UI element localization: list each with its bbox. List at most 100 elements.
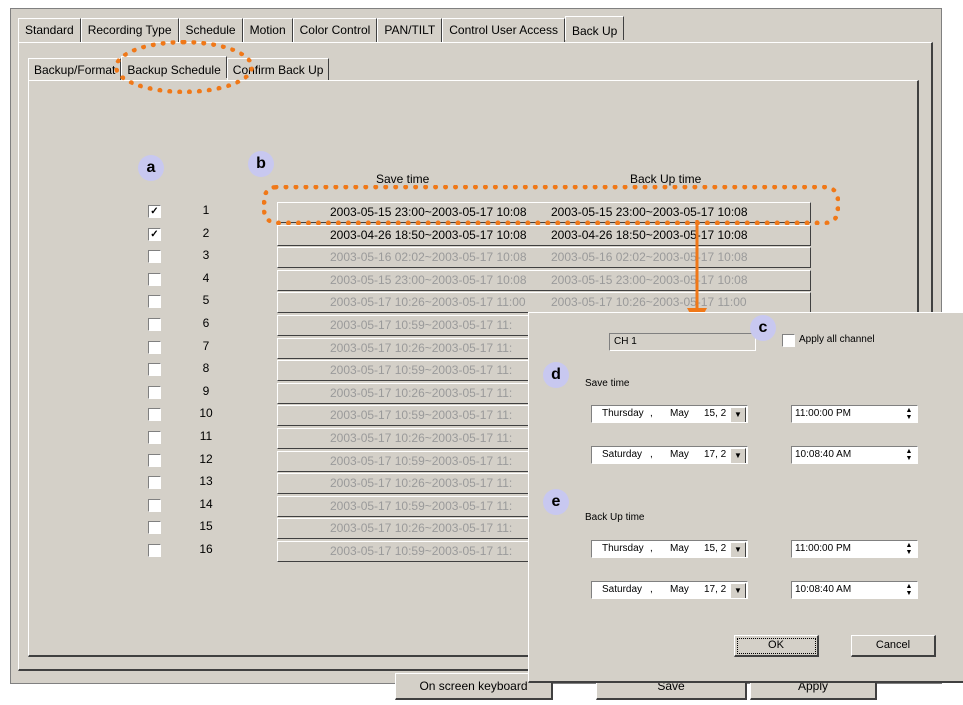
schedule-row-button[interactable]: 2003-04-26 18:50~2003-05-17 10:08 2003-04…: [277, 225, 811, 246]
channel-number: 3: [202, 248, 210, 262]
channel-number: 2: [202, 226, 210, 240]
save-time-cell: 2003-05-17 10:26~2003-05-17 11:: [330, 386, 513, 400]
save-time-cell: 2003-05-17 10:26~2003-05-17 11:00: [330, 295, 526, 309]
chevron-down-icon[interactable]: ▼: [730, 542, 746, 557]
backup-time-label: Back Up time: [585, 512, 645, 523]
badge-e: e: [543, 489, 569, 515]
schedule-row-button[interactable]: 2003-05-15 23:00~2003-05-17 10:08 2003-05…: [277, 270, 811, 291]
save-start-month: May: [670, 408, 689, 419]
backup-start-separator: ,: [650, 543, 653, 554]
badge-c: c: [750, 315, 776, 341]
apply-all-label: Apply all channel: [799, 334, 875, 345]
channel-checkbox[interactable]: [148, 295, 161, 308]
save-time-cell: 2003-05-16 02:02~2003-05-17 10:08: [330, 250, 527, 264]
save-end-month: May: [670, 449, 689, 460]
channel-checkbox[interactable]: ✓: [148, 205, 161, 218]
badge-a: a: [138, 155, 164, 181]
cancel-button[interactable]: Cancel: [851, 635, 936, 657]
ok-button[interactable]: OK: [734, 635, 819, 657]
channel-number: 4: [202, 271, 210, 285]
channel-number: 16: [199, 542, 213, 556]
spinner-icon[interactable]: ▲ ▼: [902, 583, 916, 597]
channel-checkbox[interactable]: [148, 341, 161, 354]
channel-checkbox[interactable]: [148, 408, 161, 421]
channel-number: 13: [199, 474, 213, 488]
channel-checkbox[interactable]: [148, 544, 161, 557]
apply-all-checkbox[interactable]: [782, 334, 795, 347]
backup-start-month: May: [670, 543, 689, 554]
channel-checkbox[interactable]: [148, 386, 161, 399]
channel-checkbox[interactable]: [148, 318, 161, 331]
channel-number: 5: [202, 293, 210, 307]
backup-end-time-text: 10:08:40 AM: [795, 584, 852, 595]
channel-checkbox[interactable]: [148, 273, 161, 286]
channel-checkbox[interactable]: [148, 431, 161, 444]
channel-number: 11: [199, 429, 213, 443]
save-start-date[interactable]: Thursday , May 15, 2 ▼: [591, 405, 748, 423]
highlight-backup-schedule: [114, 40, 254, 94]
channel-field: CH 1: [609, 333, 756, 351]
tab-standard[interactable]: Standard: [18, 18, 81, 42]
channel-number: 1: [202, 203, 210, 217]
schedule-row-button[interactable]: 2003-05-17 10:26~2003-05-17 11:00 2003-05…: [277, 292, 811, 313]
backup-end-month: May: [670, 584, 689, 595]
save-start-day: 15, 2: [704, 408, 727, 419]
chevron-down-icon[interactable]: ▼: [730, 407, 746, 422]
save-start-weekday: Thursday: [602, 408, 644, 419]
tab-recording-type[interactable]: Recording Type: [80, 18, 179, 42]
tab-pan-tilt[interactable]: PAN/TILT: [377, 18, 443, 42]
save-time-cell: 2003-05-17 10:59~2003-05-17 11:: [330, 499, 513, 513]
backup-start-date[interactable]: Thursday , May 15, 2 ▼: [591, 540, 748, 558]
backup-end-separator: ,: [650, 584, 653, 595]
main-tab-bar: Standard Recording Type Schedule Motion …: [18, 16, 625, 42]
spinner-icon[interactable]: ▲ ▼: [902, 448, 916, 462]
ok-label: OK: [768, 639, 784, 651]
backup-end-time[interactable]: 10:08:40 AM ▲ ▼: [791, 581, 918, 599]
channel-text: CH 1: [614, 336, 637, 347]
channel-checkbox[interactable]: [148, 476, 161, 489]
tab-back-up[interactable]: Back Up: [564, 16, 625, 40]
backup-time-cell: 2003-04-26 18:50~2003-05-17 10:08: [551, 228, 748, 242]
backup-end-day: 17, 2: [704, 584, 727, 595]
spinner-icon[interactable]: ▲ ▼: [902, 542, 916, 556]
backup-time-cell: 2003-05-16 02:02~2003-05-17 10:08: [551, 250, 748, 264]
channel-checkbox[interactable]: ✓: [148, 228, 161, 241]
save-start-separator: ,: [650, 408, 653, 419]
save-time-cell: 2003-05-17 10:59~2003-05-17 11:: [330, 408, 513, 422]
backup-end-date[interactable]: Saturday , May 17, 2 ▼: [591, 581, 748, 599]
save-start-time-text: 11:00:00 PM: [795, 408, 851, 419]
save-start-time[interactable]: 11:00:00 PM ▲ ▼: [791, 405, 918, 423]
tab-schedule[interactable]: Schedule: [178, 18, 243, 42]
tab-color-control[interactable]: Color Control: [292, 18, 378, 42]
channel-checkbox[interactable]: [148, 363, 161, 376]
tab-motion[interactable]: Motion: [242, 18, 293, 42]
channel-number: 6: [202, 316, 210, 330]
backup-time-header: Back Up time: [630, 172, 702, 186]
channel-number: 7: [202, 339, 210, 353]
tab-control-user-access[interactable]: Control User Access: [442, 18, 565, 42]
save-end-separator: ,: [650, 449, 653, 460]
subtab-backup-format[interactable]: Backup/Format: [28, 58, 122, 80]
save-time-cell: 2003-05-17 10:26~2003-05-17 11:: [330, 341, 513, 355]
spinner-icon[interactable]: ▲ ▼: [902, 407, 916, 421]
channel-checkbox[interactable]: [148, 521, 161, 534]
backup-end-weekday: Saturday: [602, 584, 643, 595]
save-time-cell: 2003-05-17 10:59~2003-05-17 11:: [330, 318, 513, 332]
backup-start-time[interactable]: 11:00:00 PM ▲ ▼: [791, 540, 918, 558]
channel-checkbox[interactable]: [148, 454, 161, 467]
channel-number: 8: [202, 361, 210, 375]
schedule-edit-dialog: CH 1 c Apply all channel d Save time Thu…: [528, 312, 963, 683]
chevron-down-icon[interactable]: ▼: [730, 448, 746, 463]
chevron-down-icon[interactable]: ▼: [730, 583, 746, 598]
save-end-weekday: Saturday: [602, 449, 643, 460]
save-end-time[interactable]: 10:08:40 AM ▲ ▼: [791, 446, 918, 464]
highlight-row-1: [262, 185, 840, 225]
channel-checkbox[interactable]: [148, 250, 161, 263]
channel-number: 14: [199, 497, 213, 511]
save-end-date[interactable]: Saturday , May 17, 2 ▼: [591, 446, 748, 464]
save-time-cell: 2003-05-17 10:26~2003-05-17 11:: [330, 431, 513, 445]
channel-checkbox[interactable]: [148, 499, 161, 512]
channel-number: 12: [199, 452, 213, 466]
schedule-row-button[interactable]: 2003-05-16 02:02~2003-05-17 10:08 2003-05…: [277, 247, 811, 268]
badge-d: d: [543, 362, 569, 388]
